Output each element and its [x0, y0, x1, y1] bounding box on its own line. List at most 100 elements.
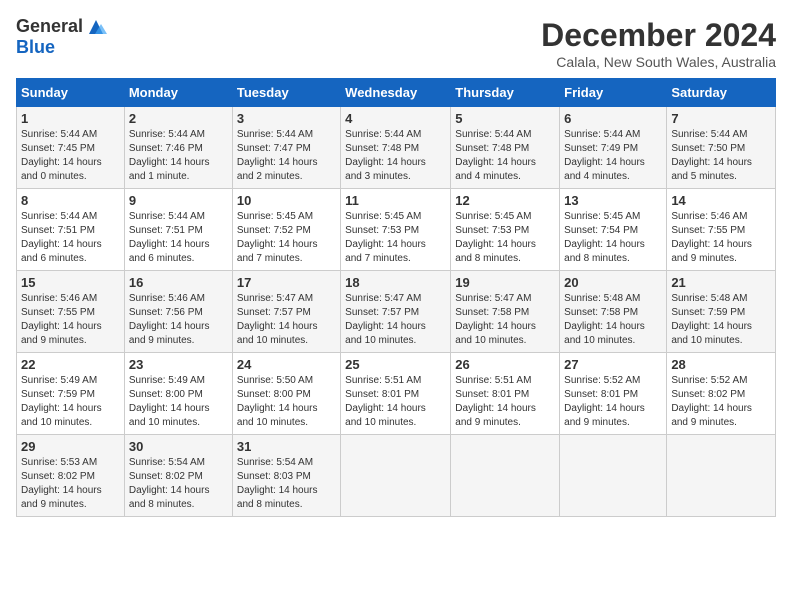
day-number: 5: [455, 111, 555, 126]
table-row: 29 Sunrise: 5:53 AMSunset: 8:02 PMDayligh…: [17, 435, 125, 517]
day-number: 19: [455, 275, 555, 290]
day-number: 16: [129, 275, 228, 290]
day-info: Sunrise: 5:47 AMSunset: 7:58 PMDaylight:…: [455, 293, 536, 346]
table-row: 9 Sunrise: 5:44 AMSunset: 7:51 PMDaylight…: [124, 189, 232, 271]
day-info: Sunrise: 5:44 AMSunset: 7:48 PMDaylight:…: [455, 129, 536, 182]
table-row: [341, 435, 451, 517]
table-row: 20Sunrise: 5:48 AMSunset: 7:58 PMDayligh…: [560, 271, 667, 353]
day-number: 10: [237, 193, 336, 208]
col-header-friday: Friday: [560, 79, 667, 107]
col-header-sunday: Sunday: [17, 79, 125, 107]
day-number: 14: [671, 193, 771, 208]
table-row: 23Sunrise: 5:49 AMSunset: 8:00 PMDayligh…: [124, 353, 232, 435]
table-row: 21Sunrise: 5:48 AMSunset: 7:59 PMDayligh…: [667, 271, 776, 353]
table-row: 5 Sunrise: 5:44 AMSunset: 7:48 PMDaylight…: [451, 107, 560, 189]
page-header: General Blue December 2024 Calala, New S…: [16, 16, 776, 70]
day-number: 28: [671, 357, 771, 372]
table-row: 30Sunrise: 5:54 AMSunset: 8:02 PMDayligh…: [124, 435, 232, 517]
day-number: 18: [345, 275, 446, 290]
table-row: 8 Sunrise: 5:44 AMSunset: 7:51 PMDaylight…: [17, 189, 125, 271]
day-info: Sunrise: 5:44 AMSunset: 7:50 PMDaylight:…: [671, 129, 752, 182]
table-row: 28 Sunrise: 5:52 AMSunset: 8:02 PMDayligh…: [667, 353, 776, 435]
day-info: Sunrise: 5:45 AMSunset: 7:52 PMDaylight:…: [237, 211, 318, 264]
table-row: 19 Sunrise: 5:47 AMSunset: 7:58 PMDayligh…: [451, 271, 560, 353]
day-number: 9: [129, 193, 228, 208]
day-number: 1: [21, 111, 120, 126]
table-row: 2 Sunrise: 5:44 AMSunset: 7:46 PMDaylight…: [124, 107, 232, 189]
table-row: 18 Sunrise: 5:47 AMSunset: 7:57 PMDayligh…: [341, 271, 451, 353]
day-info: Sunrise: 5:44 AMSunset: 7:49 PMDaylight:…: [564, 129, 645, 182]
main-title: December 2024: [541, 16, 776, 54]
day-info: Sunrise: 5:52 AMSunset: 8:01 PMDaylight:…: [564, 375, 645, 428]
table-row: [560, 435, 667, 517]
day-number: 8: [21, 193, 120, 208]
subtitle: Calala, New South Wales, Australia: [541, 54, 776, 70]
day-number: 4: [345, 111, 446, 126]
day-number: 3: [237, 111, 336, 126]
col-header-saturday: Saturday: [667, 79, 776, 107]
table-row: 25 Sunrise: 5:51 AMSunset: 8:01 PMDayligh…: [341, 353, 451, 435]
table-row: 3 Sunrise: 5:44 AMSunset: 7:47 PMDaylight…: [232, 107, 340, 189]
col-header-monday: Monday: [124, 79, 232, 107]
day-number: 26: [455, 357, 555, 372]
day-info: Sunrise: 5:49 AMSunset: 7:59 PMDaylight:…: [21, 375, 102, 428]
col-header-thursday: Thursday: [451, 79, 560, 107]
table-row: 6 Sunrise: 5:44 AMSunset: 7:49 PMDaylight…: [560, 107, 667, 189]
table-row: 1 Sunrise: 5:44 AMSunset: 7:45 PMDaylight…: [17, 107, 125, 189]
day-info: Sunrise: 5:51 AMSunset: 8:01 PMDaylight:…: [455, 375, 536, 428]
day-number: 7: [671, 111, 771, 126]
day-number: 2: [129, 111, 228, 126]
day-info: Sunrise: 5:52 AMSunset: 8:02 PMDaylight:…: [671, 375, 752, 428]
table-row: 14 Sunrise: 5:46 AMSunset: 7:55 PMDayligh…: [667, 189, 776, 271]
day-info: Sunrise: 5:46 AMSunset: 7:55 PMDaylight:…: [671, 211, 752, 264]
day-info: Sunrise: 5:44 AMSunset: 7:51 PMDaylight:…: [129, 211, 210, 264]
col-header-tuesday: Tuesday: [232, 79, 340, 107]
day-info: Sunrise: 5:44 AMSunset: 7:47 PMDaylight:…: [237, 129, 318, 182]
day-number: 17: [237, 275, 336, 290]
day-number: 6: [564, 111, 662, 126]
table-row: 4 Sunrise: 5:44 AMSunset: 7:48 PMDaylight…: [341, 107, 451, 189]
day-info: Sunrise: 5:45 AMSunset: 7:53 PMDaylight:…: [455, 211, 536, 264]
col-header-wednesday: Wednesday: [341, 79, 451, 107]
day-info: Sunrise: 5:47 AMSunset: 7:57 PMDaylight:…: [237, 293, 318, 346]
day-info: Sunrise: 5:51 AMSunset: 8:01 PMDaylight:…: [345, 375, 426, 428]
day-number: 29: [21, 439, 120, 454]
day-info: Sunrise: 5:54 AMSunset: 8:03 PMDaylight:…: [237, 457, 318, 510]
day-info: Sunrise: 5:44 AMSunset: 7:46 PMDaylight:…: [129, 129, 210, 182]
table-row: [667, 435, 776, 517]
table-row: 26 Sunrise: 5:51 AMSunset: 8:01 PMDayligh…: [451, 353, 560, 435]
day-info: Sunrise: 5:44 AMSunset: 7:51 PMDaylight:…: [21, 211, 102, 264]
title-block: December 2024 Calala, New South Wales, A…: [541, 16, 776, 70]
day-info: Sunrise: 5:46 AMSunset: 7:55 PMDaylight:…: [21, 293, 102, 346]
table-row: 17 Sunrise: 5:47 AMSunset: 7:57 PMDayligh…: [232, 271, 340, 353]
logo-icon: [85, 16, 107, 38]
day-number: 11: [345, 193, 446, 208]
day-info: Sunrise: 5:53 AMSunset: 8:02 PMDaylight:…: [21, 457, 102, 510]
day-info: Sunrise: 5:48 AMSunset: 7:58 PMDaylight:…: [564, 293, 645, 346]
day-info: Sunrise: 5:45 AMSunset: 7:53 PMDaylight:…: [345, 211, 426, 264]
day-info: Sunrise: 5:50 AMSunset: 8:00 PMDaylight:…: [237, 375, 318, 428]
calendar-table: SundayMondayTuesdayWednesdayThursdayFrid…: [16, 78, 776, 517]
table-row: 27 Sunrise: 5:52 AMSunset: 8:01 PMDayligh…: [560, 353, 667, 435]
table-row: 31 Sunrise: 5:54 AMSunset: 8:03 PMDayligh…: [232, 435, 340, 517]
table-row: [451, 435, 560, 517]
day-info: Sunrise: 5:44 AMSunset: 7:48 PMDaylight:…: [345, 129, 426, 182]
day-number: 12: [455, 193, 555, 208]
logo-blue: Blue: [16, 38, 107, 58]
day-info: Sunrise: 5:44 AMSunset: 7:45 PMDaylight:…: [21, 129, 102, 182]
day-number: 13: [564, 193, 662, 208]
table-row: 10 Sunrise: 5:45 AMSunset: 7:52 PMDayligh…: [232, 189, 340, 271]
table-row: 7 Sunrise: 5:44 AMSunset: 7:50 PMDaylight…: [667, 107, 776, 189]
day-info: Sunrise: 5:47 AMSunset: 7:57 PMDaylight:…: [345, 293, 426, 346]
day-number: 24: [237, 357, 336, 372]
day-number: 25: [345, 357, 446, 372]
day-info: Sunrise: 5:45 AMSunset: 7:54 PMDaylight:…: [564, 211, 645, 264]
day-number: 21: [671, 275, 771, 290]
day-number: 27: [564, 357, 662, 372]
day-number: 31: [237, 439, 336, 454]
table-row: 22Sunrise: 5:49 AMSunset: 7:59 PMDayligh…: [17, 353, 125, 435]
day-info: Sunrise: 5:54 AMSunset: 8:02 PMDaylight:…: [129, 457, 210, 510]
day-info: Sunrise: 5:46 AMSunset: 7:56 PMDaylight:…: [129, 293, 210, 346]
day-info: Sunrise: 5:49 AMSunset: 8:00 PMDaylight:…: [129, 375, 210, 428]
day-number: 15: [21, 275, 120, 290]
